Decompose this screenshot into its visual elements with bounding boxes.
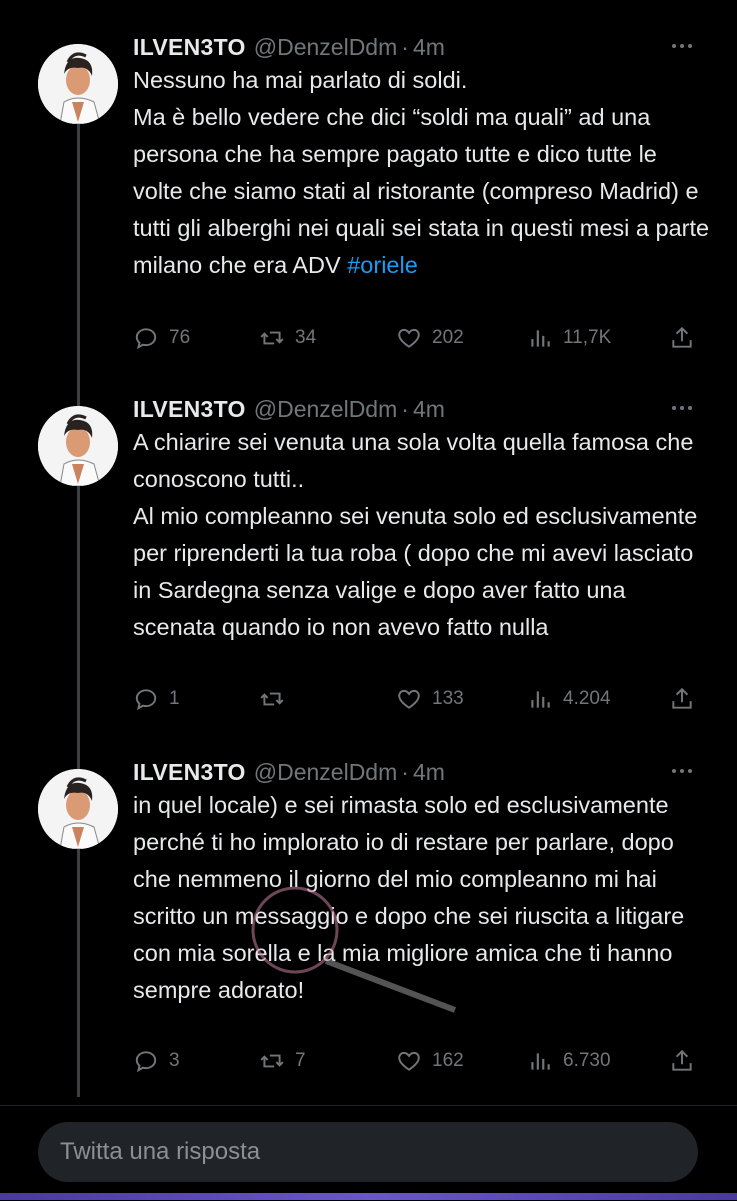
- share-button[interactable]: [669, 325, 695, 351]
- tweet-header: ILVEN3TO @DenzelDdm · 4m: [133, 30, 445, 64]
- tweet-body: in quel locale) e sei rimasta solo ed es…: [133, 792, 685, 1003]
- heart-icon: [398, 328, 420, 348]
- like-button[interactable]: 202: [396, 325, 464, 351]
- reply-button[interactable]: 3: [133, 1048, 180, 1074]
- dot: [688, 44, 692, 48]
- heart-icon: [398, 1051, 420, 1071]
- user-handle[interactable]: @DenzelDdm: [254, 759, 398, 786]
- dot: [672, 44, 676, 48]
- tweet-body: A chiarire sei venuta una sola volta que…: [133, 429, 698, 640]
- retweet-button[interactable]: [259, 686, 295, 712]
- views-count: 11,7K: [563, 327, 612, 348]
- reply-input[interactable]: [38, 1122, 698, 1182]
- user-handle[interactable]: @DenzelDdm: [254, 34, 398, 61]
- more-options-button[interactable]: [667, 759, 697, 783]
- dot: [688, 406, 692, 410]
- share-button[interactable]: [669, 1048, 695, 1074]
- display-name[interactable]: ILVEN3TO: [133, 396, 246, 423]
- tweet[interactable]: ILVEN3TO @DenzelDdm · 4m in quel locale)…: [0, 755, 737, 1095]
- retweet-count: 34: [295, 327, 317, 348]
- reply-icon: [135, 328, 157, 350]
- retweet-count: 7: [295, 1050, 306, 1071]
- dot: [672, 406, 676, 410]
- like-count: 162: [432, 1050, 464, 1071]
- reply-icon: [135, 1051, 157, 1073]
- reply-count: 76: [169, 327, 191, 348]
- avatar[interactable]: [38, 406, 118, 486]
- reply-icon: [135, 689, 157, 711]
- like-button[interactable]: 133: [396, 686, 464, 712]
- views-count: 4.204: [563, 688, 611, 709]
- tweet-text: in quel locale) e sei rimasta solo ed es…: [133, 787, 713, 1009]
- timestamp[interactable]: 4m: [413, 759, 445, 786]
- retweet-icon: [260, 1054, 284, 1068]
- views-icon: [531, 330, 550, 347]
- reply-bar: [0, 1105, 737, 1201]
- views-count: 6.730: [563, 1050, 611, 1071]
- dot: [680, 769, 684, 773]
- separator-dot: ·: [401, 33, 409, 60]
- retweet-button[interactable]: 34: [259, 325, 316, 351]
- retweet-icon: [260, 692, 284, 706]
- reply-count: 3: [169, 1050, 180, 1071]
- avatar-image: [38, 44, 118, 124]
- share-icon: [672, 326, 692, 348]
- views-button[interactable]: 6.730: [527, 1048, 611, 1074]
- avatar-image: [38, 406, 118, 486]
- timestamp[interactable]: 4m: [413, 396, 445, 423]
- retweet-icon: [260, 331, 284, 345]
- tweet-actions: 3 7 162 6.730: [133, 1045, 703, 1077]
- separator-dot: ·: [401, 758, 409, 785]
- hashtag-link[interactable]: #oriele: [347, 252, 418, 278]
- avatar[interactable]: [38, 769, 118, 849]
- more-options-button[interactable]: [667, 396, 697, 420]
- tweet-text: A chiarire sei venuta una sola volta que…: [133, 424, 713, 646]
- more-options-button[interactable]: [667, 34, 697, 58]
- tweet-text: Nessuno ha mai parlato di soldi. Ma è be…: [133, 62, 713, 284]
- user-handle[interactable]: @DenzelDdm: [254, 396, 398, 423]
- dot: [680, 44, 684, 48]
- display-name[interactable]: ILVEN3TO: [133, 34, 246, 61]
- timestamp[interactable]: 4m: [413, 34, 445, 61]
- views-icon: [531, 691, 550, 708]
- share-icon: [672, 1049, 692, 1071]
- avatar[interactable]: [38, 44, 118, 124]
- dot: [688, 769, 692, 773]
- bottom-accent-bar: [0, 1193, 737, 1200]
- like-button[interactable]: 162: [396, 1048, 464, 1074]
- dot: [672, 769, 676, 773]
- avatar-image: [38, 769, 118, 849]
- tweet-actions: 1 133 4.204: [133, 683, 703, 715]
- display-name[interactable]: ILVEN3TO: [133, 759, 246, 786]
- dot: [680, 406, 684, 410]
- share-button[interactable]: [669, 686, 695, 712]
- tweet-thread: ILVEN3TO @DenzelDdm · 4m Nessuno ha mai …: [0, 0, 737, 1105]
- tweet[interactable]: ILVEN3TO @DenzelDdm · 4m Nessuno ha mai …: [0, 30, 737, 370]
- tweet-body: Nessuno ha mai parlato di soldi. Ma è be…: [133, 67, 710, 278]
- tweet-actions: 76 34 202 11,7K: [133, 322, 703, 354]
- heart-icon: [398, 689, 420, 709]
- tweet-header: ILVEN3TO @DenzelDdm · 4m: [133, 392, 445, 426]
- views-icon: [531, 1053, 550, 1070]
- retweet-button[interactable]: 7: [259, 1048, 306, 1074]
- reply-button[interactable]: 76: [133, 325, 190, 351]
- views-button[interactable]: 11,7K: [527, 325, 611, 351]
- like-count: 202: [432, 327, 464, 348]
- reply-button[interactable]: 1: [133, 686, 180, 712]
- share-icon: [672, 687, 692, 709]
- like-count: 133: [432, 688, 464, 709]
- tweet[interactable]: ILVEN3TO @DenzelDdm · 4m A chiarire sei …: [0, 392, 737, 732]
- separator-dot: ·: [401, 395, 409, 422]
- tweet-header: ILVEN3TO @DenzelDdm · 4m: [133, 755, 445, 789]
- reply-count: 1: [169, 688, 180, 709]
- views-button[interactable]: 4.204: [527, 686, 611, 712]
